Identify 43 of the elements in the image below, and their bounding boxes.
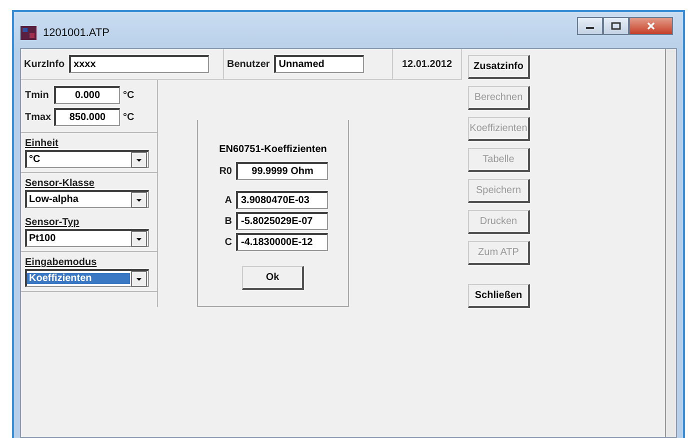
field-label: Tmax [25,112,51,122]
maximize-icon [611,22,621,30]
input-field[interactable]: -4.1830000E-12 [236,233,328,251]
field-label: Tmin [25,90,50,100]
field-label: KurzInfo [24,58,65,70]
dropdown[interactable]: Low-alpha [25,190,149,208]
app-icon [20,26,37,40]
input-field[interactable]: 3.9080470E-03 [236,191,328,209]
ok-button[interactable]: Ok [242,266,304,290]
input-field[interactable]: 99.9999 Ohm [236,162,328,180]
field-label: Sensor-Typ [25,217,80,228]
unit-label: °C [123,112,134,122]
close-button[interactable] [629,17,673,35]
field-label: A [224,194,232,206]
field-label: Sensor-Klasse [25,178,96,189]
scrollbar[interactable] [665,49,676,437]
dropdown-value: Low-alpha [28,194,80,205]
dropdown-value: °C [28,154,42,165]
dropdown-value: Koeffizienten [27,273,130,284]
dropdown[interactable]: Koeffizienten [25,269,149,287]
dropdown[interactable]: Pt100 [25,229,149,247]
action-button[interactable]: Zusatzinfo [468,55,530,79]
close-dialog-button[interactable]: Schließen [468,284,530,308]
input-field[interactable]: -5.8025029E-07 [236,212,328,230]
panel-title: EN60751-Koeffizienten [219,144,327,155]
date-text: 12.01.2012 [402,58,452,70]
field-label: Eingabemodus [25,257,98,268]
field-label: C [224,236,232,248]
maximize-button[interactable] [603,17,629,35]
input-field[interactable]: 0.000 [54,86,120,104]
field-label: R0 [218,166,232,176]
input-field[interactable]: Unnamed [274,55,364,73]
input-field[interactable]: 850.000 [54,108,120,126]
dropdown-value: Pt100 [28,233,57,244]
input-field[interactable]: xxxx [68,55,209,73]
minimize-button[interactable] [577,17,603,35]
window-title: 1201001.ATP [43,27,110,39]
field-label: Benutzer [227,58,270,70]
field-label: Einheit [25,138,60,149]
dropdown[interactable]: °C [25,150,149,168]
unit-label: °C [123,90,134,100]
field-label: B [224,216,232,226]
close-icon [646,22,656,30]
